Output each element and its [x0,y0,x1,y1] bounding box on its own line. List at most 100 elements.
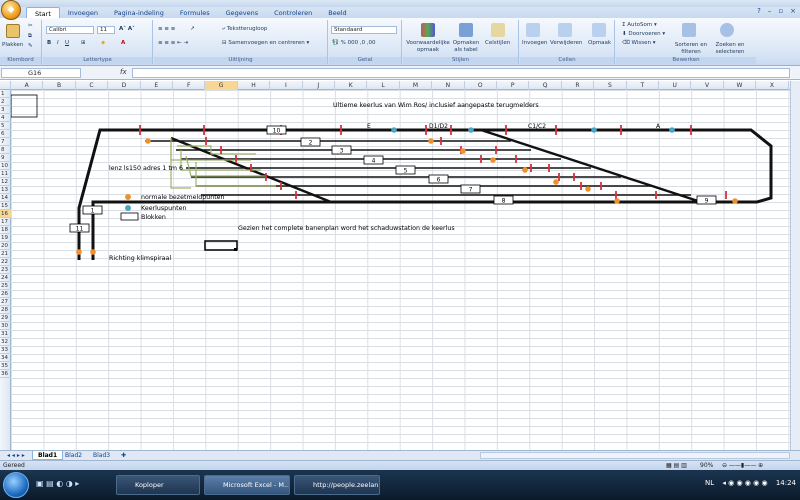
row-header[interactable]: 30 [0,322,11,330]
cell-styles-button[interactable]: Celstijlen [485,40,510,47]
format-table-button[interactable]: Opmaken als tabel [451,40,481,54]
tab-formules[interactable]: Formules [172,7,218,18]
language-indicator[interactable]: NL [705,479,714,487]
row-header[interactable]: 10 [0,162,11,170]
row-header[interactable]: 23 [0,266,11,274]
start-button[interactable] [3,472,29,498]
sheet-tab-blad3[interactable]: Blad3 [88,451,115,460]
fill-button[interactable]: ⬇ Doorvoeren ▾ [622,31,665,38]
find-select-button[interactable]: Zoeken en selecteren [710,42,750,56]
close-icon[interactable]: × [790,7,796,15]
taskbar-item-excel[interactable]: Microsoft Excel - M... [204,475,290,495]
underline-button[interactable]: U [65,40,69,47]
row-header[interactable]: 12 [0,178,11,186]
font-color-icon[interactable]: A [121,40,125,47]
column-header[interactable]: N [432,81,465,90]
row-header[interactable]: 18 [0,226,11,234]
fx-icon[interactable]: fx [120,68,127,76]
row-header[interactable]: 6 [0,130,11,138]
row-header[interactable]: 35 [0,362,11,370]
row-header[interactable]: 26 [0,290,11,298]
row-header[interactable]: 1 [0,90,11,98]
quicklaunch-icons[interactable]: ▣ ▤ ◐ ◑ ▸ [36,479,79,488]
sort-filter-button[interactable]: Sorteren en filteren [672,42,710,56]
border-icon[interactable]: ⊞ [81,40,86,47]
italic-button[interactable]: I [57,40,59,47]
autosum-button[interactable]: Σ AutoSom ▾ [622,22,657,29]
insert-sheet-icon[interactable]: ✚ [116,451,131,460]
row-header[interactable]: 22 [0,258,11,266]
row-header[interactable]: 2 [0,98,11,106]
row-header[interactable]: 21 [0,250,11,258]
column-header[interactable]: J [303,81,335,90]
column-header[interactable]: I [270,81,303,90]
column-header[interactable]: E [141,81,173,90]
copy-icon[interactable]: ⧉ [28,33,32,40]
taskbar-item-koploper[interactable]: Koploper [116,475,200,495]
column-header[interactable]: K [335,81,368,90]
column-header[interactable]: A [11,81,44,90]
column-header[interactable]: O [465,81,497,90]
column-header[interactable]: T [627,81,659,90]
column-header[interactable]: G [205,81,238,90]
tab-controleren[interactable]: Controleren [266,7,320,18]
row-header[interactable]: 29 [0,314,11,322]
format-painter-icon[interactable]: ✎ [28,43,33,50]
font-size-combo[interactable]: 11 [97,26,115,34]
sheet-tab-blad1[interactable]: Blad1 [32,451,64,460]
restore-icon[interactable]: ▫ [778,7,783,15]
row-header[interactable]: 8 [0,146,11,154]
row-header[interactable]: 36 [0,370,11,378]
row-header[interactable]: 3 [0,106,11,114]
row-header[interactable]: 32 [0,338,11,346]
delete-cells-button[interactable]: Verwijderen [550,40,582,47]
row-header[interactable]: 4 [0,114,11,122]
insert-cells-button[interactable]: Invoegen [522,40,547,47]
paste-button[interactable]: Plakken [2,42,23,49]
row-header[interactable]: 11 [0,170,11,178]
column-header[interactable]: R [562,81,595,90]
worksheet-grid[interactable]: 10 2 3 4 5 6 7 8 9 1 11 E D1/D2 C1/C2 A Ultieme ke… [11,90,790,450]
number-format-combo[interactable]: Standaard [331,26,397,34]
orientation-icon[interactable]: ↗ [190,26,195,33]
formula-input[interactable] [132,68,790,78]
row-header[interactable]: 20 [0,242,11,250]
column-header[interactable]: B [43,81,76,90]
merge-center-button[interactable]: ⊟ Samenvoegen en centreren ▾ [222,40,309,47]
conditional-format-button[interactable]: Voorwaardelijke opmaak [405,40,451,54]
row-header[interactable]: 9 [0,154,11,162]
column-header[interactable]: W [724,81,757,90]
column-header[interactable]: P [497,81,530,90]
office-button[interactable]: ◆ [1,0,21,20]
row-header[interactable]: 14 [0,194,11,202]
help-icon[interactable]: ? [757,7,761,15]
tray-icons[interactable]: ◂ ◉ ◉ ◉ ◉ ◉ [722,479,767,487]
wrap-text-button[interactable]: ⤶ Tekstterugloop [222,26,267,33]
select-all-corner[interactable] [0,81,11,90]
tab-invoegen[interactable]: Invoegen [60,7,106,18]
column-header[interactable]: S [594,81,627,90]
row-header[interactable]: 16 [0,210,11,218]
cut-icon[interactable]: ✂ [28,23,33,30]
column-header[interactable]: F [173,81,206,90]
column-header[interactable]: H [238,81,271,90]
format-cells-button[interactable]: Opmaak [588,40,611,47]
column-header[interactable]: Q [529,81,562,90]
horizontal-scrollbar[interactable] [480,452,790,459]
sheet-nav-icon[interactable]: ◂ ◂ ▸ ▸ [2,451,30,460]
bold-button[interactable]: B [47,40,51,47]
zoom-slider[interactable]: ⊖ ——▮—— ⊕ [722,461,763,470]
row-header[interactable]: 31 [0,330,11,338]
row-header[interactable]: 28 [0,306,11,314]
taskbar-item-browser[interactable]: http://people.zeelan... [294,475,380,495]
view-buttons[interactable]: ▦ ▤ ▥ [666,461,687,470]
column-header[interactable]: M [400,81,433,90]
row-header[interactable]: 25 [0,282,11,290]
zoom-level[interactable]: 90% [700,461,713,470]
name-box[interactable]: G16 [1,68,81,78]
align-left-icon[interactable]: ≡ ≡ ≡ ⇤ ⇥ [158,40,188,47]
number-buttons[interactable]: 💱 % 000 ,0 ,00 [332,40,376,47]
row-header[interactable]: 33 [0,346,11,354]
sheet-tab-blad2[interactable]: Blad2 [60,451,87,460]
fill-color-icon[interactable]: ◈ [101,40,105,47]
